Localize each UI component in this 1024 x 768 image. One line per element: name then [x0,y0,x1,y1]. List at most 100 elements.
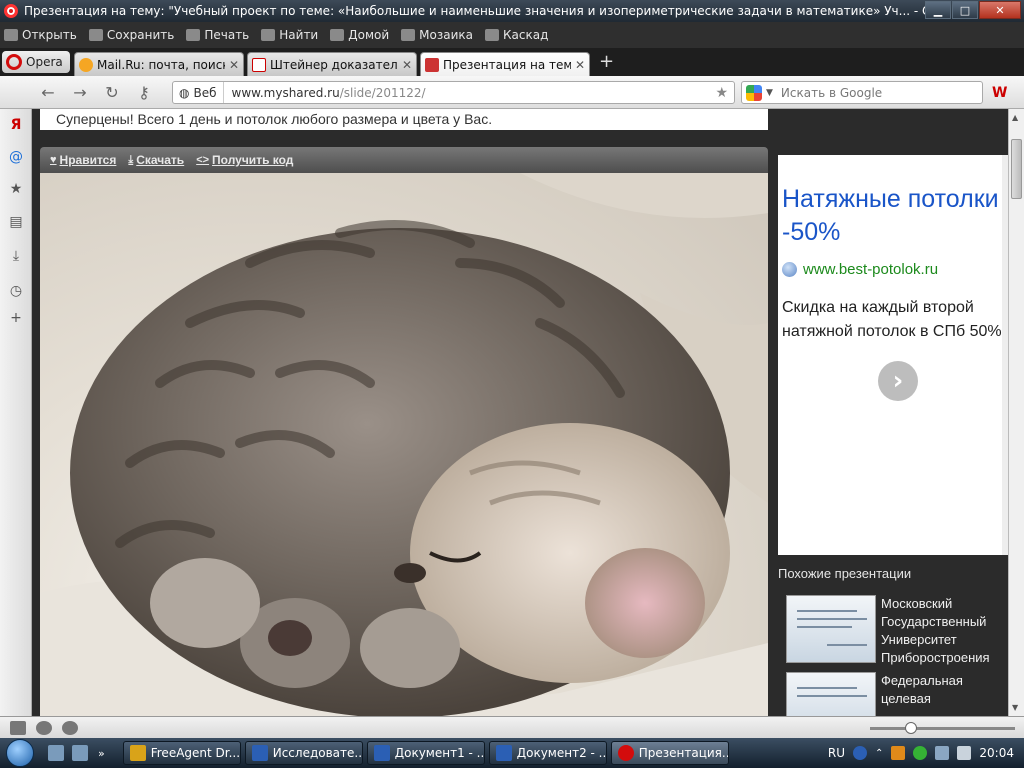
notes-icon[interactable]: ▤ [8,214,24,230]
code-icon: <> [196,154,210,166]
show-desktop-icon[interactable] [48,745,64,761]
find-button[interactable]: Найти [261,28,318,42]
presentation-title[interactable]: Московский Государственный Университет П… [881,595,1006,667]
language-indicator[interactable]: RU [828,746,845,760]
taskbar-item-document2[interactable]: Документ2 - ... [488,741,607,765]
windows-taskbar: » FreeAgent Dr... Исследовате... Докумен… [0,738,1024,768]
menu-bar: Открыть Сохранить Печать Найти Домой Моз… [0,22,1024,48]
opera-menu-button[interactable]: Opera [2,51,70,73]
address-field[interactable]: ◍ Веб www.myshared.ru/slide/201122/ ★ [172,81,735,104]
bookmark-star-icon[interactable]: ★ [715,85,728,101]
wikipedia-icon[interactable]: W [992,85,1007,101]
history-icon[interactable]: ◷ [8,283,24,299]
download-icon: ⤓ [128,153,134,166]
panel-toggle-icon[interactable] [10,720,26,735]
back-button[interactable]: ← [36,80,60,104]
reload-button[interactable]: ↻ [100,80,124,104]
maximize-button[interactable]: □ [952,1,978,19]
url-text: www.myshared.ru/slide/201122/ [231,85,426,100]
close-tab-icon[interactable]: ✕ [402,58,412,72]
home-button[interactable]: Домой [330,28,389,42]
new-tab-button[interactable]: + [599,51,614,72]
key-icon[interactable]: ⚷ [132,80,156,104]
icq-icon[interactable] [913,746,928,760]
tab-presentation[interactable]: Презентация на тему: ... ✕ [420,52,590,76]
taskbar-item-freeagent[interactable]: FreeAgent Dr... [122,741,241,765]
yandex-icon[interactable]: Я [8,117,24,133]
star-icon[interactable]: ★ [8,181,24,197]
tab-yandex[interactable]: Штейнер доказательст... ✕ [247,52,417,76]
yandex-favicon-icon [252,57,266,72]
system-tray: RU ⌃ 20:04 [828,738,1024,768]
close-button[interactable]: ✕ [979,1,1021,19]
forward-button[interactable]: → [68,80,92,104]
promo-banner[interactable]: Суперцены! Всего 1 день и потолок любого… [40,109,768,130]
tab-mailru[interactable]: Mail.Ru: почта, поиск ... ✕ [74,52,244,76]
close-tab-icon[interactable]: ✕ [229,58,239,72]
advertisement-box[interactable]: Натяжные потолки -50% www.best-potolok.r… [778,155,1008,555]
like-link[interactable]: ♥ Нравится [50,153,116,167]
minimize-button[interactable]: ▁ [925,1,951,19]
presentation-thumbnail[interactable] [786,595,876,663]
open-button[interactable]: Открыть [4,28,77,42]
scroll-thumb[interactable] [1011,139,1022,199]
search-field[interactable]: ▼ Искать в Google [741,81,983,104]
tray-expand-icon[interactable]: ⌃ [875,748,883,759]
freeagent-icon [129,745,146,761]
embed-code-link[interactable]: <> Получить код [196,153,293,167]
windows-logo-icon [6,739,34,767]
window-title: Презентация на тему: "Учебный проект по … [24,4,929,18]
ad-next-arrow-icon[interactable]: › [878,361,918,401]
add-panel-icon[interactable]: + [8,310,24,326]
save-button[interactable]: Сохранить [88,28,174,42]
clock[interactable]: 20:04 [979,746,1014,760]
taskbar-item-opera[interactable]: Презентация... [610,741,729,765]
side-panel: Я @ ★ ▤ ⤓ ◷ + [0,109,32,716]
quicklaunch-expand-icon[interactable]: » [98,747,105,760]
heart-icon: ♥ [50,154,57,166]
slide-image-sleeping-kitten[interactable] [40,173,768,716]
status-bar [0,716,1024,738]
mail-icon[interactable]: @ [8,149,24,165]
start-button[interactable] [0,738,40,768]
word-icon [373,745,390,761]
taskbar-item-word-research[interactable]: Исследовате... [244,741,363,765]
switch-windows-icon[interactable] [72,745,88,761]
cascade-button[interactable]: Каскад [485,28,548,42]
print-button[interactable]: Печать [186,28,249,42]
print-icon [186,29,201,41]
scroll-down-icon[interactable]: ▼ [1012,703,1018,712]
opera-unite-icon[interactable] [36,720,52,735]
opera-logo-icon [4,4,18,18]
page-scrollbar[interactable]: ▲ ▼ [1008,109,1024,716]
globe-icon: ◍ [179,85,190,100]
download-link[interactable]: ⤓ Скачать [128,153,184,167]
ad-title[interactable]: Натяжные потолки -50% [782,183,1008,249]
presentation-favicon-icon [425,57,439,72]
downloads-icon[interactable]: ⤓ [8,248,24,264]
tile-button[interactable]: Мозаика [401,28,473,42]
window-titlebar: Презентация на тему: "Учебный проект по … [0,0,1024,22]
network-icon[interactable] [891,746,906,760]
close-tab-icon[interactable]: ✕ [575,58,585,72]
ad-url-link[interactable]: www.best-potolok.ru [782,261,938,278]
scroll-up-icon[interactable]: ▲ [1012,113,1018,122]
site-info-button[interactable]: ◍ Веб [173,82,224,103]
web-page: Суперцены! Всего 1 день и потолок любого… [33,109,1008,716]
search-engine-dropdown-icon[interactable]: ▼ [766,88,773,98]
help-icon[interactable] [853,746,868,760]
presentation-thumbnail[interactable] [786,672,876,716]
presentation-title[interactable]: Федеральная целевая [881,672,1006,708]
opera-logo-icon [6,54,22,70]
taskbar-item-document1[interactable]: Документ1 - ... [366,741,485,765]
similar-presentations-heading: Похожие презентации [778,566,912,581]
zoom-slider[interactable] [870,722,1015,734]
volume-icon[interactable] [957,746,972,760]
monitor-icon[interactable] [935,746,950,760]
zoom-slider-knob[interactable] [905,722,917,734]
address-toolbar: ← → ↻ ⚷ ◍ Веб www.myshared.ru/slide/20112… [0,76,1024,109]
opera-icon [617,745,634,761]
kitten-photo [40,173,768,716]
word-icon [251,745,268,761]
turbo-icon[interactable] [62,720,78,735]
